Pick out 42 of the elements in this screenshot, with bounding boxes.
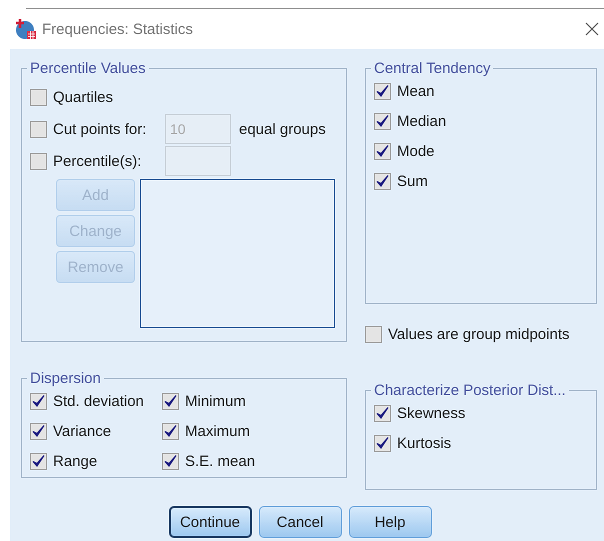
checkbox[interactable]: [374, 143, 391, 160]
group-title: Percentile Values: [29, 60, 147, 77]
checkbox[interactable]: [30, 393, 47, 410]
checkbox-label: Quartiles: [53, 88, 114, 106]
checkbox[interactable]: [30, 88, 47, 106]
checkbox-label: Mode: [397, 143, 435, 160]
checkbox-label: Maximum: [185, 423, 250, 440]
dialog-button[interactable]: Continue: [168, 506, 252, 538]
dialog-button[interactable]: Cancel: [258, 506, 342, 538]
app-icon: [15, 18, 37, 40]
checkbox[interactable]: [162, 423, 179, 440]
checkbox[interactable]: [365, 326, 382, 342]
list-box[interactable]: [140, 179, 335, 328]
checkbox-label: Values are group midpoints: [388, 326, 570, 342]
checkbox-label: Mean: [397, 83, 435, 100]
checkbox[interactable]: [374, 83, 391, 100]
checkbox-label: Variance: [53, 423, 112, 440]
checkbox[interactable]: [374, 435, 391, 452]
checkbox[interactable]: [374, 405, 391, 422]
close-icon[interactable]: [585, 22, 599, 36]
group-title: Central Tendency: [373, 60, 492, 77]
group-title: Characterize Posterior Dist...: [373, 382, 567, 399]
field-label: equal groups: [239, 120, 326, 138]
checkbox-label: Range: [53, 453, 98, 470]
checkbox-label: Std. deviation: [53, 393, 144, 410]
group-title: Dispersion: [29, 370, 102, 387]
checkbox-label: Percentile(s):: [53, 152, 142, 170]
checkbox[interactable]: [30, 423, 47, 440]
checkbox[interactable]: [162, 393, 179, 410]
dialog-button[interactable]: Help: [348, 506, 432, 538]
checkbox[interactable]: [162, 453, 179, 470]
checkbox-label: Skewness: [397, 405, 466, 422]
checkbox[interactable]: [374, 113, 391, 130]
checkbox[interactable]: [374, 173, 391, 190]
checkbox-label: Median: [397, 113, 446, 130]
checkbox-label: Kurtosis: [397, 435, 452, 452]
checkbox-label: Cut points for:: [53, 120, 148, 138]
window-title: Frequencies: Statistics: [42, 20, 194, 38]
checkbox-label: Minimum: [185, 393, 246, 410]
checkbox[interactable]: [30, 453, 47, 470]
checkbox-label: S.E. mean: [185, 453, 256, 470]
checkbox-label: Sum: [397, 173, 428, 190]
